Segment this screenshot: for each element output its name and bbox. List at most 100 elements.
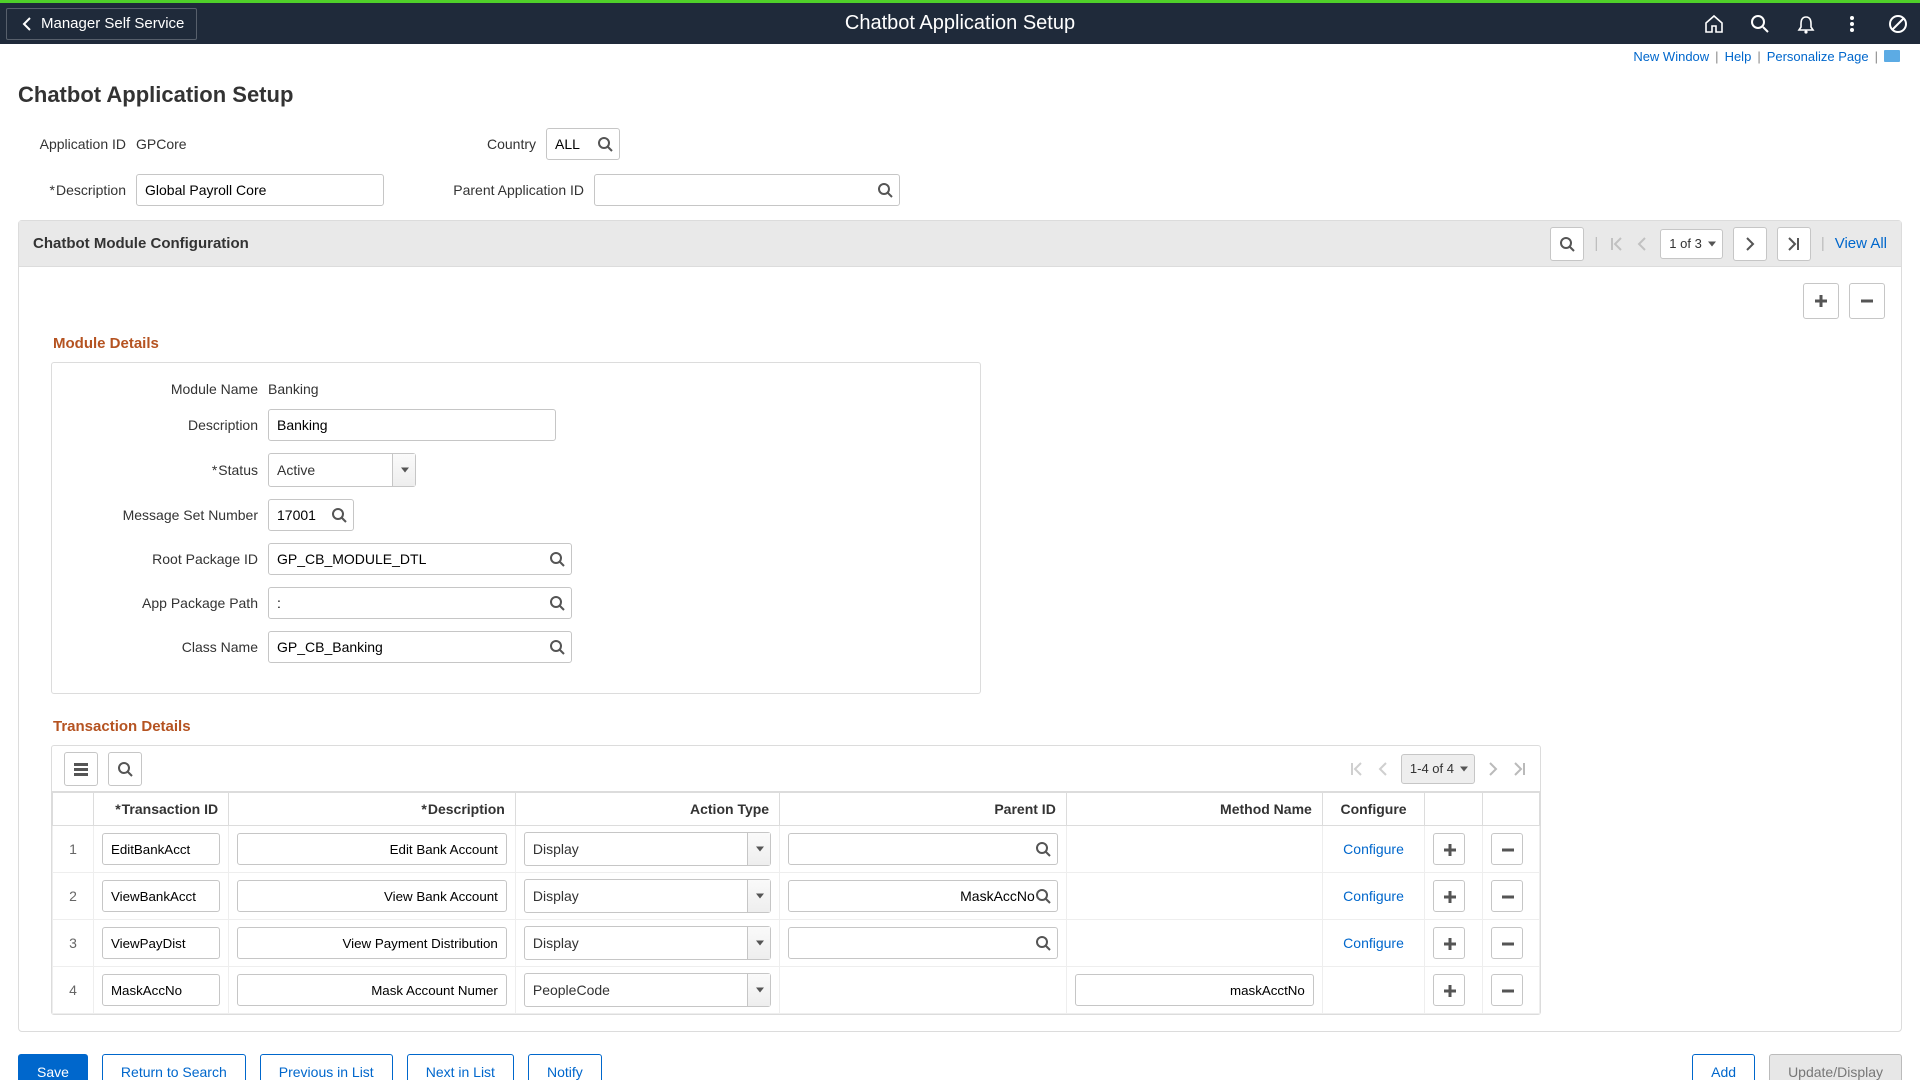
parent-app-field[interactable]	[594, 174, 900, 206]
parent-id-field[interactable]	[788, 927, 1058, 959]
view-all-link[interactable]: View All	[1835, 235, 1887, 252]
lookup-icon[interactable]	[549, 639, 565, 655]
configure-link[interactable]: Configure	[1331, 841, 1416, 857]
parent-id-field[interactable]	[788, 833, 1058, 865]
disable-icon[interactable]	[1886, 12, 1910, 36]
parent-id-input[interactable]	[797, 882, 1035, 910]
tx-id-input[interactable]	[102, 974, 220, 1006]
remove-row-button[interactable]	[1849, 283, 1885, 319]
action-type-dropdown[interactable]: Display	[524, 926, 771, 960]
home-icon[interactable]	[1702, 12, 1726, 36]
tx-id-input[interactable]	[102, 833, 220, 865]
lookup-icon[interactable]	[1035, 841, 1051, 857]
lookup-icon[interactable]	[1035, 888, 1051, 904]
col-parent[interactable]: Parent ID	[780, 793, 1067, 826]
module-config-title: Chatbot Module Configuration	[33, 235, 249, 252]
next-page-button[interactable]	[1733, 227, 1767, 261]
grid-find-button[interactable]	[108, 752, 142, 786]
tx-pager[interactable]: 1-4 of 4	[1401, 754, 1475, 784]
window-icon[interactable]	[1884, 50, 1900, 62]
module-description-input[interactable]	[268, 409, 556, 441]
app-pkg-field[interactable]	[268, 587, 572, 619]
tx-id-input[interactable]	[102, 880, 220, 912]
root-pkg-field[interactable]	[268, 543, 572, 575]
module-pager[interactable]: 1 of 3	[1660, 229, 1723, 259]
lookup-icon[interactable]	[597, 136, 613, 152]
parent-id-input[interactable]	[797, 929, 1035, 957]
last-page-button[interactable]	[1777, 227, 1811, 261]
help-link[interactable]: Help	[1725, 49, 1752, 64]
kebab-icon[interactable]	[1840, 12, 1864, 36]
description-input[interactable]	[136, 174, 384, 206]
grid-settings-button[interactable]	[64, 752, 98, 786]
status-dropdown[interactable]: Active	[268, 453, 416, 487]
new-window-link[interactable]: New Window	[1633, 49, 1709, 64]
row-add-button[interactable]	[1433, 880, 1465, 912]
tx-id-input[interactable]	[102, 927, 220, 959]
tx-desc-input[interactable]	[237, 833, 507, 865]
msg-set-input[interactable]	[277, 501, 331, 529]
configure-link[interactable]: Configure	[1331, 935, 1416, 951]
app-pkg-input[interactable]	[277, 589, 549, 617]
add-row-button[interactable]	[1803, 283, 1839, 319]
lookup-icon[interactable]	[877, 182, 893, 198]
add-button[interactable]: Add	[1692, 1054, 1755, 1080]
previous-button[interactable]: Previous in List	[260, 1054, 393, 1080]
col-method[interactable]: Method Name	[1066, 793, 1322, 826]
class-name-input[interactable]	[277, 633, 549, 661]
grid-search-button[interactable]	[1550, 227, 1584, 261]
module-description-label: Description	[68, 417, 258, 433]
row-remove-button[interactable]	[1491, 833, 1523, 865]
lookup-icon[interactable]	[1035, 935, 1051, 951]
last-page-icon	[1511, 760, 1528, 778]
lookup-icon[interactable]	[549, 595, 565, 611]
row-remove-button[interactable]	[1491, 927, 1523, 959]
update-display-button: Update/Display	[1769, 1054, 1902, 1080]
configure-link[interactable]: Configure	[1331, 888, 1416, 904]
module-name-label: Module Name	[68, 381, 258, 397]
class-name-field[interactable]	[268, 631, 572, 663]
msg-set-field[interactable]	[268, 499, 354, 531]
return-button[interactable]: Return to Search	[102, 1054, 246, 1080]
action-type-dropdown[interactable]: Display	[524, 879, 771, 913]
app-pkg-label: App Package Path	[68, 595, 258, 611]
lookup-icon[interactable]	[549, 551, 565, 567]
module-name-value: Banking	[268, 381, 319, 397]
table-row: 4 PeopleCode	[53, 967, 1540, 1014]
save-button[interactable]: Save	[18, 1054, 88, 1080]
tx-desc-input[interactable]	[237, 927, 507, 959]
row-add-button[interactable]	[1433, 974, 1465, 1006]
col-configure[interactable]: Configure	[1322, 793, 1424, 826]
bell-icon[interactable]	[1794, 12, 1818, 36]
lookup-icon[interactable]	[331, 507, 347, 523]
col-desc[interactable]: Description	[229, 793, 516, 826]
next-button[interactable]: Next in List	[407, 1054, 514, 1080]
top-header: Manager Self Service Chatbot Application…	[0, 0, 1920, 44]
action-type-dropdown[interactable]: PeopleCode	[524, 973, 771, 1007]
country-field[interactable]	[546, 128, 620, 160]
parent-id-input[interactable]	[797, 835, 1035, 863]
tx-desc-input[interactable]	[237, 880, 507, 912]
sublink-bar: New Window | Help | Personalize Page |	[0, 44, 1920, 68]
row-add-button[interactable]	[1433, 833, 1465, 865]
row-remove-button[interactable]	[1491, 974, 1523, 1006]
root-pkg-input[interactable]	[277, 545, 549, 573]
method-input[interactable]	[1075, 974, 1314, 1006]
row-remove-button[interactable]	[1491, 880, 1523, 912]
back-button[interactable]: Manager Self Service	[6, 8, 197, 40]
col-action[interactable]: Action Type	[515, 793, 779, 826]
parent-app-input[interactable]	[603, 176, 877, 204]
parent-id-field[interactable]	[788, 880, 1058, 912]
first-page-icon	[1348, 760, 1365, 778]
country-label: Country	[396, 136, 536, 152]
notify-button[interactable]: Notify	[528, 1054, 602, 1080]
country-input[interactable]	[555, 130, 597, 158]
action-type-dropdown[interactable]: Display	[524, 832, 771, 866]
prev-page-icon	[1634, 235, 1650, 253]
tx-desc-input[interactable]	[237, 974, 507, 1006]
col-tx-id[interactable]: Transaction ID	[93, 793, 228, 826]
row-add-button[interactable]	[1433, 927, 1465, 959]
app-id-value: GPCore	[136, 136, 396, 152]
personalize-link[interactable]: Personalize Page	[1767, 49, 1869, 64]
search-icon[interactable]	[1748, 12, 1772, 36]
